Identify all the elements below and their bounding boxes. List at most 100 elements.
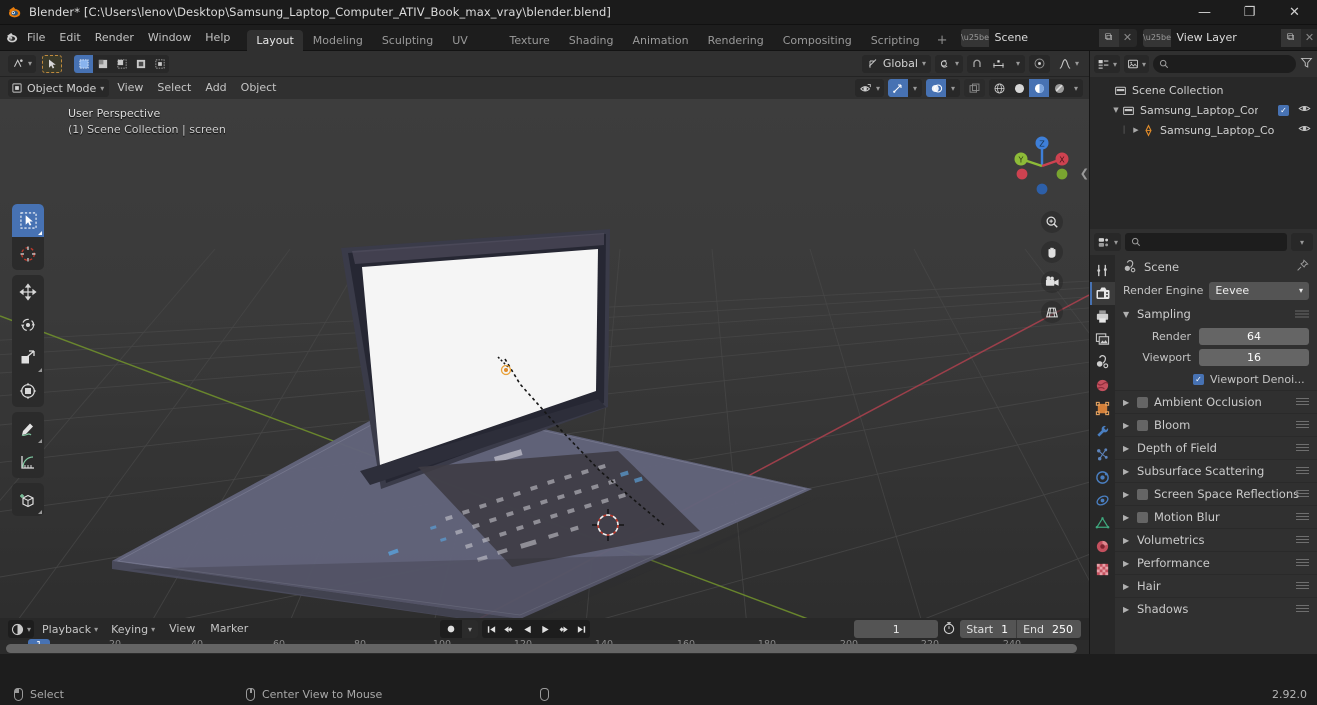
blender-menu-icon[interactable] [5, 30, 20, 45]
properties-tab-view-layer[interactable] [1090, 328, 1115, 351]
eye-icon[interactable] [1298, 103, 1311, 117]
wireframe-shading-icon[interactable] [989, 79, 1009, 97]
properties-tab-constraint[interactable] [1090, 489, 1115, 512]
properties-tab-tool[interactable] [1090, 259, 1115, 282]
motion-blur-checkbox[interactable] [1137, 511, 1148, 523]
workspace-tab-texture-paint[interactable]: Texture Paint [501, 30, 559, 68]
properties-tab-physics[interactable] [1090, 466, 1115, 489]
viewport-denoise-checkbox[interactable]: ✓ [1193, 373, 1204, 385]
current-frame-field[interactable]: 1 [854, 620, 939, 638]
new-view-layer-button[interactable]: ⧉ [1280, 28, 1301, 47]
select-extend-icon[interactable] [93, 55, 112, 73]
workspace-tab-uv-editing[interactable]: UV Editing [443, 30, 499, 68]
tool-transform[interactable] [12, 374, 44, 407]
overlays-toggle-icon[interactable] [926, 79, 946, 97]
outliner-filter-icon[interactable] [1300, 56, 1313, 72]
play-icon[interactable] [536, 620, 554, 638]
sampling-panel-header[interactable]: ▼ Sampling [1115, 302, 1317, 326]
properties-tab-particles[interactable] [1090, 443, 1115, 466]
minimize-button[interactable]: — [1182, 0, 1227, 25]
panel-hair[interactable]: ▶ Hair [1115, 574, 1317, 597]
panel-bloom[interactable]: ▶ Bloom [1115, 413, 1317, 436]
eye-icon[interactable] [1298, 123, 1311, 137]
tool-tweak-select-box[interactable] [12, 204, 44, 237]
outliner-editor-type-button[interactable]: ▾ [1094, 55, 1121, 73]
viewport-menu-object[interactable]: Object [235, 79, 283, 97]
panel-motion-blur[interactable]: ▶ Motion Blur [1115, 505, 1317, 528]
workspace-tab-rendering[interactable]: Rendering [699, 30, 773, 51]
proportional-edit-button[interactable] [1028, 54, 1050, 73]
pivot-point-dropdown[interactable]: ▾ [934, 54, 963, 73]
bloom-checkbox[interactable] [1137, 419, 1148, 431]
tool-add-cube[interactable] [12, 483, 44, 516]
workspace-tab-shading[interactable]: Shading [560, 30, 623, 51]
screen-space-reflections-checkbox[interactable] [1137, 488, 1148, 500]
visibility-dropdown[interactable]: ▾ [854, 79, 884, 97]
timeline-editor-type-button[interactable]: ▾ [8, 620, 35, 638]
properties-tab-material[interactable] [1090, 535, 1115, 558]
keying-dropdown[interactable]: Keying ▾ [106, 620, 160, 638]
previous-keyframe-icon[interactable] [500, 620, 518, 638]
viewport-menu-view[interactable]: View [111, 79, 149, 97]
properties-tab-world[interactable] [1090, 374, 1115, 397]
start-frame-value[interactable]: 1 [999, 623, 1016, 636]
render-engine-dropdown[interactable]: Eevee ▾ [1209, 281, 1309, 300]
camera-view-icon[interactable] [1041, 271, 1063, 293]
panel-depth-of-field[interactable]: ▶ Depth of Field [1115, 436, 1317, 459]
properties-options-dropdown[interactable]: ▾ [1291, 233, 1313, 251]
panel-ambient-occlusion[interactable]: ▶ Ambient Occlusion [1115, 390, 1317, 413]
play-reverse-icon[interactable] [518, 620, 536, 638]
pan-hand-icon[interactable] [1041, 241, 1063, 263]
jump-to-start-icon[interactable] [482, 620, 500, 638]
remove-view-layer-button[interactable]: ✕ [1301, 29, 1317, 47]
workspace-tab-compositing[interactable]: Compositing [774, 30, 861, 51]
add-workspace-button[interactable]: + [930, 30, 955, 51]
workspace-tab-sculpting[interactable]: Sculpting [373, 30, 442, 51]
select-invert-icon[interactable] [131, 55, 150, 73]
toggle-perspective-icon[interactable] [1041, 301, 1063, 323]
workspace-tab-scripting[interactable]: Scripting [862, 30, 929, 51]
outliner-row-samsung-laptop-object[interactable]: │ ▶ Samsung_Laptop_Co [1090, 120, 1317, 140]
sampling-render-value[interactable]: 64 [1199, 328, 1309, 345]
snap-magnet-icon[interactable] [967, 55, 987, 73]
panel-subsurface-scattering[interactable]: ▶ Subsurface Scattering [1115, 459, 1317, 482]
workspace-tab-modeling[interactable]: Modeling [304, 30, 372, 51]
jump-to-end-icon[interactable] [572, 620, 590, 638]
select-intersect-icon[interactable] [150, 55, 169, 73]
ambient-occlusion-checkbox[interactable] [1137, 396, 1148, 408]
menu-render[interactable]: Render [88, 28, 141, 48]
viewport-menu-add[interactable]: Add [199, 79, 232, 97]
view-layer-selector[interactable]: \u25be View Layer ⧉ ✕ [1142, 28, 1317, 47]
outliner-row-scene-collection[interactable]: Scene Collection [1090, 80, 1317, 100]
panel-volumetrics[interactable]: ▶ Volumetrics [1115, 528, 1317, 551]
playback-dropdown[interactable]: Playback ▾ [37, 620, 103, 638]
zoom-icon[interactable] [1041, 211, 1063, 233]
panel-performance[interactable]: ▶ Performance [1115, 551, 1317, 574]
menu-file[interactable]: File [20, 28, 52, 48]
view-layer-name[interactable]: View Layer [1170, 28, 1281, 47]
outliner-search-input[interactable] [1153, 55, 1296, 73]
outliner-row-samsung-laptop-collection[interactable]: ▼ Samsung_Laptop_Compu ✓ [1090, 100, 1317, 120]
tool-annotate[interactable] [12, 412, 44, 445]
properties-tab-scene[interactable] [1090, 351, 1115, 374]
unlink-scene-button[interactable]: ✕ [1119, 29, 1137, 47]
maximize-button[interactable]: ❐ [1227, 0, 1272, 25]
gizmo-toggle-icon[interactable] [888, 79, 908, 97]
snap-increment-icon[interactable] [987, 55, 1011, 73]
outliner-display-mode-button[interactable]: ▾ [1124, 55, 1150, 73]
tool-measure[interactable] [12, 445, 44, 478]
navigation-gizmo[interactable]: Z Y X [1009, 133, 1075, 199]
menu-edit[interactable]: Edit [52, 28, 87, 48]
tool-rotate[interactable] [12, 308, 44, 341]
tool-move[interactable] [12, 275, 44, 308]
scene-selector[interactable]: \u25be Scene ⧉ ✕ [960, 28, 1137, 47]
timeline-scrollbar[interactable] [6, 644, 1077, 653]
select-set-icon[interactable] [74, 54, 94, 73]
properties-tab-data[interactable] [1090, 512, 1115, 535]
workspace-tab-layout[interactable]: Layout [247, 29, 303, 51]
tool-scale[interactable] [12, 341, 44, 374]
scene-icon[interactable]: \u25be [960, 28, 989, 47]
properties-editor-type-button[interactable]: ▾ [1094, 233, 1122, 251]
new-scene-button[interactable]: ⧉ [1098, 28, 1119, 47]
select-subtract-icon[interactable] [112, 55, 131, 73]
